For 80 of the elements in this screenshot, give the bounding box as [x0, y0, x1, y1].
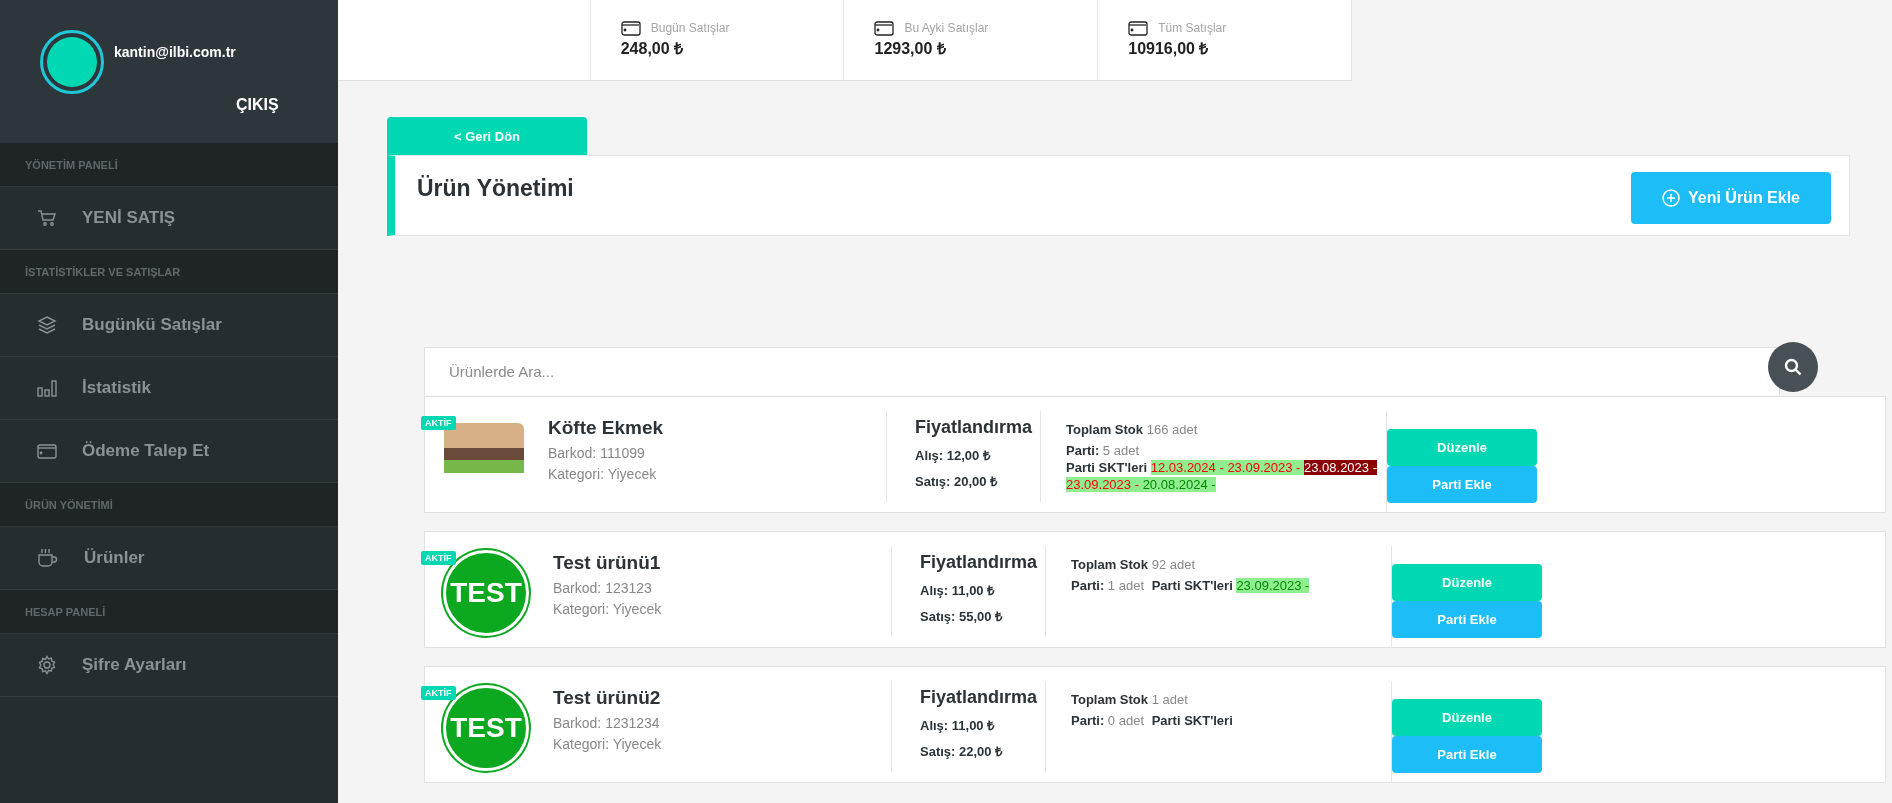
- pricing-title: Fiyatlandırma: [915, 417, 1034, 438]
- section-heading: YÖNETİM PANELİ: [0, 143, 338, 187]
- stat-value: 1293,00 ₺: [874, 39, 947, 59]
- status-badge: AKTİF: [421, 551, 456, 565]
- category-text: Kategori: Yiyecek: [553, 736, 663, 752]
- cart-icon: [37, 209, 57, 227]
- stock-label: Toplam Stok: [1066, 422, 1144, 437]
- wallet-icon: [37, 442, 57, 460]
- barcode-text: Barkod: 123123: [553, 580, 653, 596]
- batch-value: 0 adet: [1107, 713, 1144, 728]
- product-name: Test ürünü1: [553, 552, 662, 574]
- expiry-date: 23.09.2023 -: [1066, 477, 1143, 492]
- search-icon: [1784, 358, 1802, 376]
- expiry-date: 12.03.2024 -: [1150, 460, 1228, 475]
- stat-value: 248,00 ₺: [620, 39, 685, 59]
- nav-item[interactable]: Şifre Ayarları: [0, 634, 338, 697]
- plus-circle-icon: [1661, 188, 1680, 207]
- status-badge: AKTİF: [421, 686, 456, 700]
- buy-price: Alış: 11,00 ₺: [920, 582, 996, 599]
- sell-price: Satış: 55,00 ₺: [920, 608, 1004, 625]
- expiry-label: Parti SKT'leri: [1066, 460, 1148, 475]
- category-text: Kategori: Yiyecek: [553, 601, 663, 617]
- batch-label: Parti:: [1071, 578, 1105, 593]
- section-heading: ÜRÜN YÖNETİMİ: [0, 483, 338, 527]
- sell-price: Satış: 22,00 ₺: [920, 743, 1004, 760]
- nav-item[interactable]: İstatistik: [0, 357, 338, 420]
- stat-label: Tüm Satışlar: [1158, 21, 1227, 35]
- stock-value: 1 adet: [1151, 692, 1188, 707]
- product-name: Test ürünü2: [553, 687, 662, 709]
- page-title: Ürün Yönetimi: [417, 175, 574, 202]
- expiry-date: 23.09.2023 -: [1227, 460, 1304, 475]
- layers-icon: [37, 315, 57, 335]
- status-badge: AKTİF: [421, 416, 456, 430]
- pricing-title: Fiyatlandırma: [920, 687, 1039, 708]
- expiry-date: 23.09.2023 -: [1236, 578, 1310, 593]
- wallet-icon: [620, 20, 641, 36]
- stock-value: 92 adet: [1151, 557, 1196, 572]
- expiry-date: 23.08.2023 -: [1304, 460, 1377, 475]
- stat-label: Bugün Satışlar: [650, 21, 730, 35]
- stock-label: Toplam Stok: [1071, 557, 1149, 572]
- stock-label: Toplam Stok: [1071, 692, 1149, 707]
- search-button[interactable]: [1768, 342, 1818, 392]
- edit-button[interactable]: Düzenle: [1392, 564, 1542, 601]
- stock-value: 166 adet: [1146, 422, 1198, 437]
- wallet-icon: [1128, 20, 1149, 36]
- edit-button[interactable]: Düzenle: [1392, 699, 1542, 736]
- batch-value: 1 adet: [1107, 578, 1144, 593]
- back-button[interactable]: < Geri Dön: [387, 117, 587, 155]
- batch-label: Parti:: [1071, 713, 1105, 728]
- cup-icon: [37, 548, 59, 568]
- expiry-label: Parti SKT'leri: [1151, 578, 1233, 593]
- avatar: [40, 30, 104, 94]
- product-name: Köfte Ekmek: [548, 417, 665, 439]
- barcode-text: Barkod: 1231234: [553, 715, 661, 731]
- section-heading: İSTATİSTİKLER VE SATIŞLAR: [0, 250, 338, 294]
- add-product-button[interactable]: Yeni Ürün Ekle: [1631, 171, 1831, 224]
- user-email: kantin@ilbi.com.tr: [114, 44, 237, 60]
- batch-label: Parti:: [1066, 443, 1100, 458]
- wallet-icon: [874, 20, 895, 36]
- add-batch-button[interactable]: Parti Ekle: [1392, 601, 1542, 638]
- settings-icon: [37, 655, 57, 675]
- edit-button[interactable]: Düzenle: [1387, 429, 1537, 466]
- stat-value: 10916,00 ₺: [1128, 39, 1210, 59]
- stat-label: Bu Ayki Satışlar: [904, 21, 989, 35]
- batch-value: 5 adet: [1102, 443, 1139, 458]
- expiry-label: Parti SKT'leri: [1151, 713, 1233, 728]
- buy-price: Alış: 11,00 ₺: [920, 717, 996, 734]
- logout-link[interactable]: ÇIKIŞ: [236, 96, 279, 114]
- bar-chart-icon: [37, 379, 57, 397]
- section-heading: HESAP PANELİ: [0, 590, 338, 634]
- buy-price: Alış: 12,00 ₺: [915, 447, 992, 464]
- add-batch-button[interactable]: Parti Ekle: [1387, 466, 1537, 503]
- expiry-date: 20.08.2024 -: [1142, 477, 1216, 492]
- sell-price: Satış: 20,00 ₺: [915, 473, 999, 490]
- add-batch-button[interactable]: Parti Ekle: [1392, 736, 1542, 773]
- barcode-text: Barkod: 111099: [548, 445, 646, 461]
- nav-item[interactable]: Bugünkü Satışlar: [0, 294, 338, 357]
- pricing-title: Fiyatlandırma: [920, 552, 1039, 573]
- search-field[interactable]: Ürünlerde Ara...: [424, 347, 1780, 395]
- category-text: Kategori: Yiyecek: [548, 466, 658, 482]
